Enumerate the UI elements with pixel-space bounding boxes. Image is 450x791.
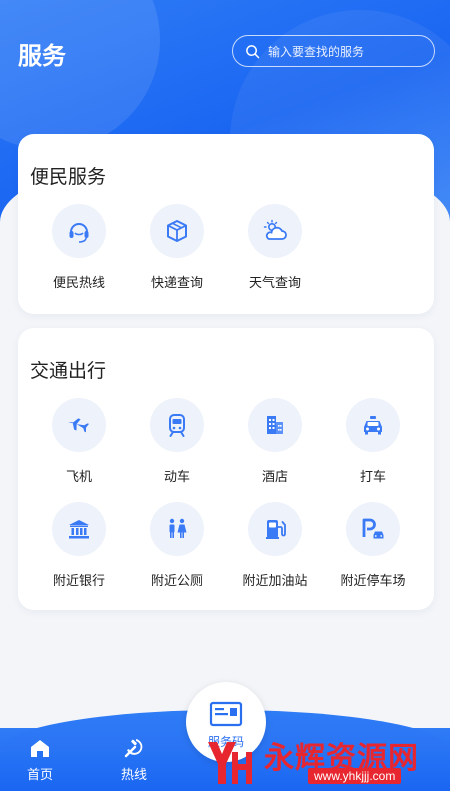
watermark-logo (208, 742, 252, 784)
restroom-icon (169, 518, 187, 538)
page-title: 服务 (18, 43, 66, 70)
train-icon (169, 414, 185, 437)
service-item-express[interactable]: 快递查询 (116, 204, 214, 308)
package-icon (167, 220, 187, 242)
airplane-icon (68, 418, 89, 433)
search-icon (246, 44, 260, 58)
parking-icon (362, 518, 384, 539)
weather-icon (263, 219, 287, 240)
hammer-sickle-icon (124, 739, 143, 758)
taxi-icon (364, 416, 382, 435)
service-item-bank[interactable]: 附近银行 (18, 502, 116, 606)
headset-icon (69, 223, 89, 243)
service-item-restroom[interactable]: 附近公厕 (116, 502, 214, 606)
watermark-url: www.yhkjjj.com (308, 768, 402, 784)
tab-label: 首页 (26, 767, 53, 782)
service-item-weather[interactable]: 天气查询 (214, 204, 312, 308)
service-item-taxi[interactable]: 打车 (312, 398, 410, 502)
tab-hotline[interactable]: 热线 (104, 736, 164, 783)
service-label: 天气查询 (248, 275, 301, 290)
tab-home[interactable]: 首页 (10, 736, 70, 783)
service-label: 附近停车场 (340, 573, 406, 588)
service-item-hotel[interactable]: 酒店 (214, 398, 312, 502)
service-item-gas-station[interactable]: 附近加油站 (214, 502, 312, 606)
service-label: 打车 (359, 469, 386, 484)
section-title: 交通出行 (30, 361, 107, 382)
service-item-train[interactable]: 动车 (116, 398, 214, 502)
gas-station-icon (266, 520, 286, 539)
service-item-hotline[interactable]: 便民热线 (18, 204, 116, 308)
decor-circle (0, 0, 160, 150)
service-item-parking[interactable]: 附近停车场 (312, 502, 410, 606)
section-title: 便民服务 (30, 167, 107, 188)
search-input[interactable]: 输入要查找的服务 (232, 35, 435, 67)
watermark: 永辉资源网 www.yhkjjj.com (200, 730, 450, 791)
service-item-flight[interactable]: 飞机 (18, 398, 116, 502)
search-placeholder: 输入要查找的服务 (268, 44, 365, 59)
tab-label: 热线 (120, 767, 147, 782)
section-card-transport: 交通出行 飞机 动车 酒店 打车 附近银行 附近公厕 附近加油站 附近停车场 (18, 328, 434, 610)
home-icon (31, 740, 49, 757)
id-card-icon (209, 701, 243, 727)
bank-icon (69, 520, 89, 539)
section-card-convenience: 便民服务 便民热线 快递查询 天气查询 (18, 134, 434, 314)
hotel-icon (267, 416, 283, 434)
